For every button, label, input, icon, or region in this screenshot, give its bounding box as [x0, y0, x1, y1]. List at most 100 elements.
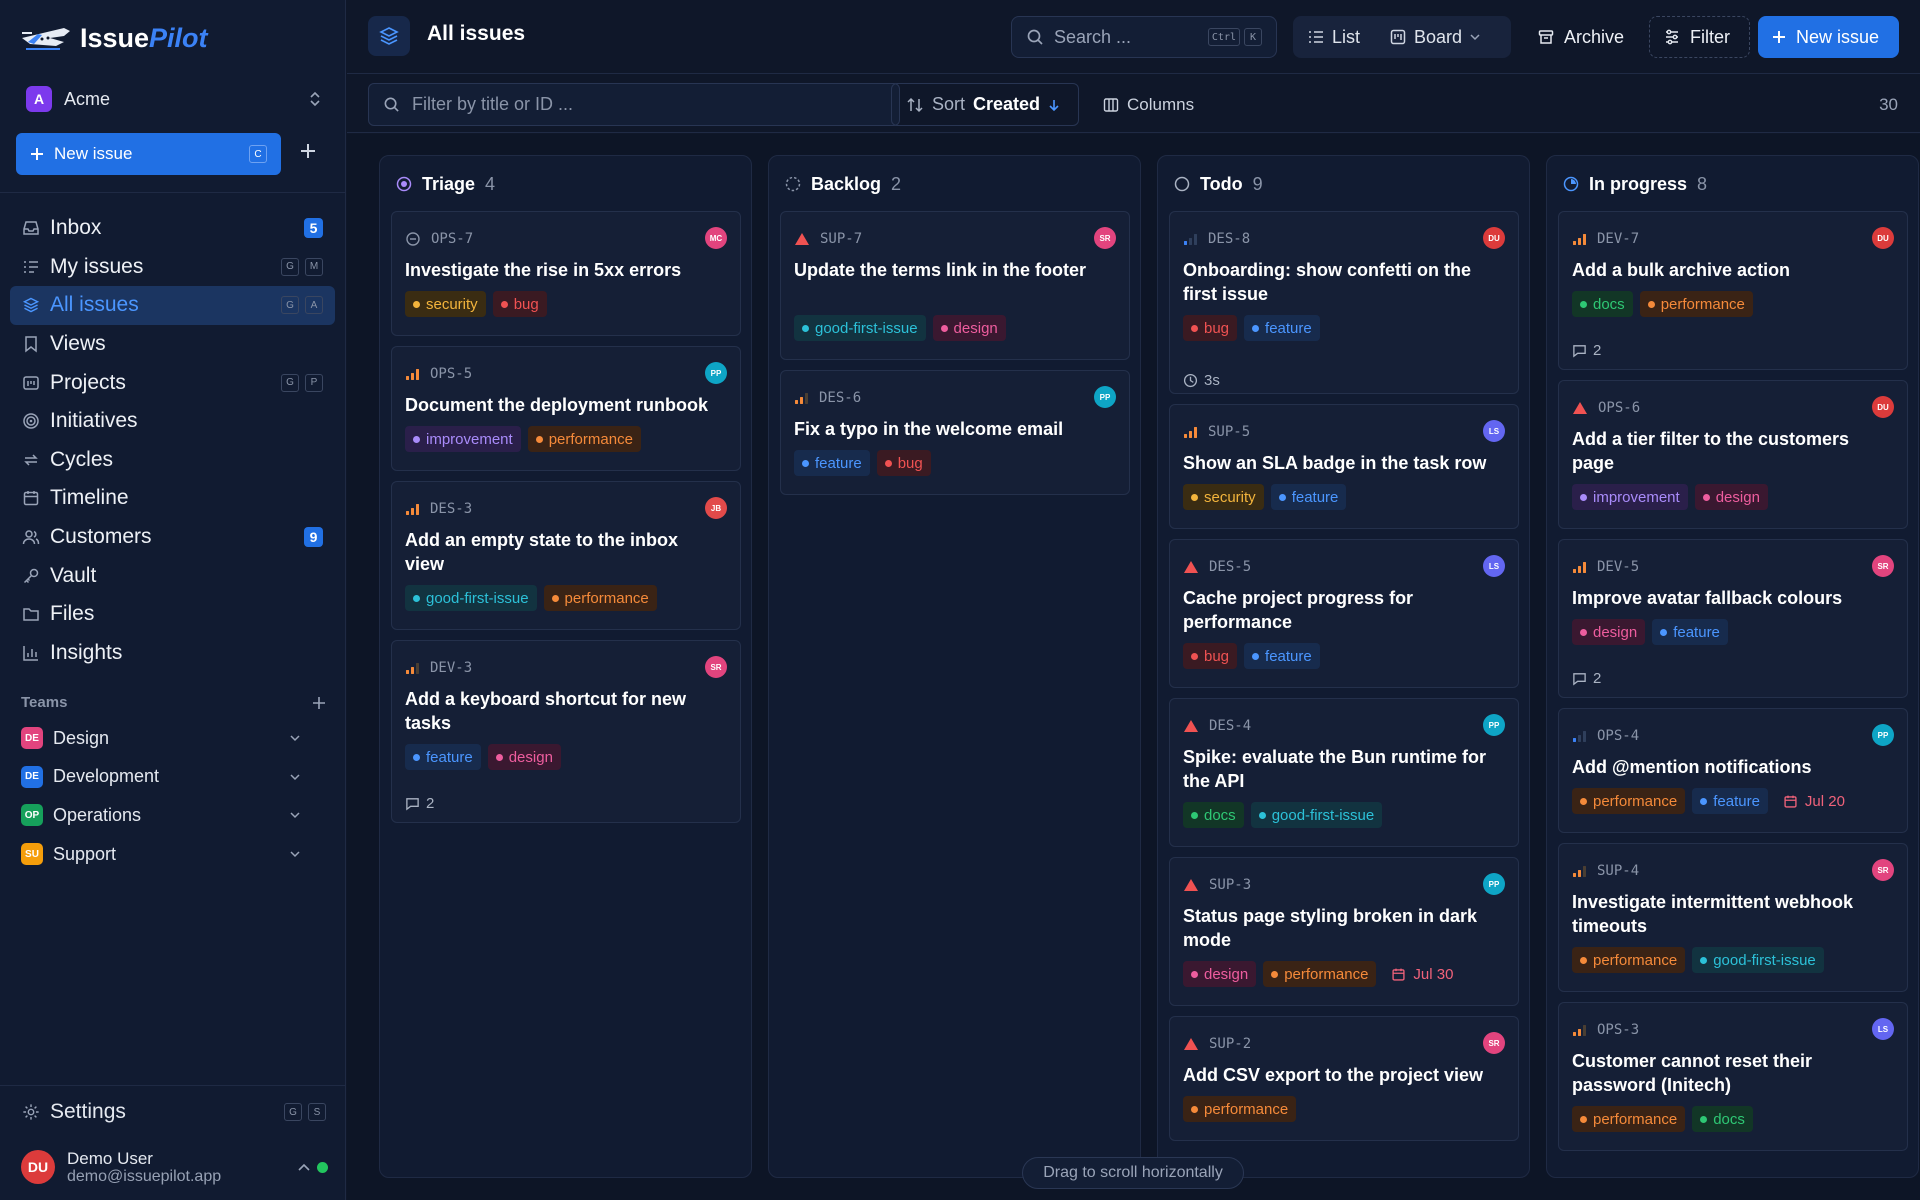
- team-item-operations[interactable]: OP Operations: [21, 796, 301, 835]
- issue-card[interactable]: OPS-5 PP Document the deployment runbook…: [391, 346, 741, 471]
- filter-input[interactable]: Filter by title or ID ...: [368, 83, 900, 126]
- sort-button[interactable]: Sort Created: [891, 83, 1079, 126]
- sidebar-item-files[interactable]: Files: [10, 595, 335, 634]
- label-tag[interactable]: performance: [1572, 1106, 1686, 1132]
- label-tag[interactable]: improvement: [1572, 484, 1688, 510]
- issue-card[interactable]: SUP-3 PP Status page styling broken in d…: [1169, 857, 1519, 1006]
- label-tag[interactable]: design: [932, 315, 1006, 341]
- label-tag[interactable]: good-first-issue: [794, 315, 926, 341]
- label-tag[interactable]: docs: [1692, 1106, 1753, 1132]
- avatar[interactable]: LS: [1872, 1018, 1894, 1040]
- avatar[interactable]: DU: [1483, 227, 1505, 249]
- label-tag[interactable]: performance: [1572, 788, 1686, 814]
- board-view-button[interactable]: Board: [1375, 16, 1495, 58]
- avatar[interactable]: MC: [705, 227, 727, 249]
- label-tag[interactable]: design: [1183, 961, 1257, 987]
- sidebar-item-projects[interactable]: Projects G P: [10, 363, 335, 402]
- label-tag[interactable]: docs: [1572, 291, 1633, 317]
- issue-card[interactable]: SUP-2 SR Add CSV export to the project v…: [1169, 1016, 1519, 1141]
- sidebar-item-vault[interactable]: Vault: [10, 556, 335, 595]
- issue-card[interactable]: DES-5 LS Cache project progress for perf…: [1169, 539, 1519, 688]
- label-tag[interactable]: feature: [1244, 315, 1320, 341]
- due-date[interactable]: Jul 30: [1383, 961, 1461, 987]
- label-tag[interactable]: performance: [1263, 961, 1377, 987]
- issue-card[interactable]: OPS-7 MC Investigate the rise in 5xx err…: [391, 211, 741, 336]
- avatar[interactable]: PP: [1094, 386, 1116, 408]
- chevron-down-icon[interactable]: [289, 773, 301, 781]
- add-button[interactable]: [298, 141, 318, 161]
- label-tag[interactable]: good-first-issue: [405, 585, 537, 611]
- sidebar-item-cycles[interactable]: Cycles: [10, 441, 335, 480]
- columns-button[interactable]: Columns: [1103, 83, 1194, 126]
- label-tag[interactable]: performance: [527, 426, 641, 452]
- issue-card[interactable]: DEV-5 SR Improve avatar fallback colours…: [1558, 539, 1908, 698]
- label-tag[interactable]: improvement: [405, 426, 521, 452]
- label-tag[interactable]: design: [487, 744, 561, 770]
- avatar[interactable]: PP: [1483, 714, 1505, 736]
- avatar[interactable]: LS: [1483, 555, 1505, 577]
- label-tag[interactable]: performance: [543, 585, 657, 611]
- column-header[interactable]: Todo 9: [1158, 156, 1529, 212]
- sidebar-new-issue-button[interactable]: New issue C: [16, 133, 281, 175]
- label-tag[interactable]: good-first-issue: [1692, 947, 1824, 973]
- label-tag[interactable]: good-first-issue: [1250, 802, 1383, 828]
- issue-card[interactable]: SUP-7 SR Update the terms link in the fo…: [780, 211, 1130, 360]
- label-tag[interactable]: docs: [1183, 802, 1244, 828]
- archive-button[interactable]: Archive: [1524, 16, 1638, 58]
- avatar[interactable]: PP: [1872, 724, 1894, 746]
- label-tag[interactable]: performance: [1572, 947, 1686, 973]
- sidebar-item-all-issues[interactable]: All issues G A: [10, 286, 335, 325]
- column-header[interactable]: Triage 4: [380, 156, 751, 212]
- label-tag[interactable]: feature: [1270, 484, 1347, 510]
- issue-card[interactable]: DEV-3 SR Add a keyboard shortcut for new…: [391, 640, 741, 823]
- label-tag[interactable]: security: [405, 291, 486, 317]
- avatar[interactable]: SR: [1872, 555, 1894, 577]
- issue-card[interactable]: OPS-3 LS Customer cannot reset their pas…: [1558, 1002, 1908, 1151]
- avatar[interactable]: DU: [1872, 227, 1894, 249]
- issue-card[interactable]: OPS-6 DU Add a tier filter to the custom…: [1558, 380, 1908, 529]
- column-header[interactable]: In progress 8: [1547, 156, 1918, 212]
- issue-card[interactable]: DES-4 PP Spike: evaluate the Bun runtime…: [1169, 698, 1519, 847]
- avatar[interactable]: DU: [1872, 396, 1894, 418]
- sidebar-item-views[interactable]: Views: [10, 325, 335, 364]
- kanban-board[interactable]: Triage 4 OPS-7 MC Investigate the rise i…: [347, 134, 1920, 1200]
- label-tag[interactable]: design: [1572, 619, 1646, 645]
- label-tag[interactable]: feature: [1244, 643, 1320, 669]
- issue-card[interactable]: DES-8 DU Onboarding: show confetti on th…: [1169, 211, 1519, 394]
- list-view-button[interactable]: List: [1293, 16, 1375, 58]
- chevron-down-icon[interactable]: [289, 811, 301, 819]
- team-item-development[interactable]: DE Development: [21, 758, 301, 797]
- label-tag[interactable]: security: [1183, 484, 1264, 510]
- chevron-down-icon[interactable]: [289, 850, 301, 858]
- label-tag[interactable]: design: [1694, 484, 1768, 510]
- label-tag[interactable]: feature: [405, 744, 481, 770]
- settings-nav-item[interactable]: Settings GS: [22, 1100, 326, 1124]
- label-tag[interactable]: feature: [1692, 788, 1768, 814]
- label-tag[interactable]: bug: [1183, 643, 1238, 669]
- user-menu[interactable]: DU Demo User demo@issuepilot.app: [21, 1145, 331, 1189]
- label-tag[interactable]: bug: [1183, 315, 1238, 341]
- label-tag[interactable]: bug: [492, 291, 547, 317]
- avatar[interactable]: SR: [1872, 859, 1894, 881]
- label-tag[interactable]: feature: [794, 450, 870, 476]
- issue-card[interactable]: DES-6 PP Fix a typo in the welcome email…: [780, 370, 1130, 495]
- label-tag[interactable]: performance: [1183, 1096, 1297, 1122]
- add-team-icon[interactable]: [312, 696, 326, 710]
- sidebar-item-initiatives[interactable]: Initiatives: [10, 402, 335, 441]
- new-issue-button[interactable]: New issue: [1758, 16, 1899, 58]
- sidebar-item-my-issues[interactable]: My issues G M: [10, 248, 335, 287]
- avatar[interactable]: PP: [705, 362, 727, 384]
- label-tag[interactable]: performance: [1639, 291, 1753, 317]
- issue-card[interactable]: SUP-4 SR Investigate intermittent webhoo…: [1558, 843, 1908, 992]
- label-tag[interactable]: bug: [876, 450, 931, 476]
- workspace-switcher[interactable]: A Acme: [26, 84, 322, 114]
- avatar[interactable]: SR: [705, 656, 727, 678]
- avatar[interactable]: JB: [705, 497, 727, 519]
- sidebar-item-customers[interactable]: Customers 9: [10, 518, 335, 557]
- issue-card[interactable]: DES-3 JB Add an empty state to the inbox…: [391, 481, 741, 630]
- avatar[interactable]: LS: [1483, 420, 1505, 442]
- team-item-design[interactable]: DE Design: [21, 719, 301, 758]
- app-logo[interactable]: IssuePilot: [20, 22, 208, 54]
- avatar[interactable]: SR: [1094, 227, 1116, 249]
- issue-card[interactable]: OPS-4 PP Add @mention notifications perf…: [1558, 708, 1908, 833]
